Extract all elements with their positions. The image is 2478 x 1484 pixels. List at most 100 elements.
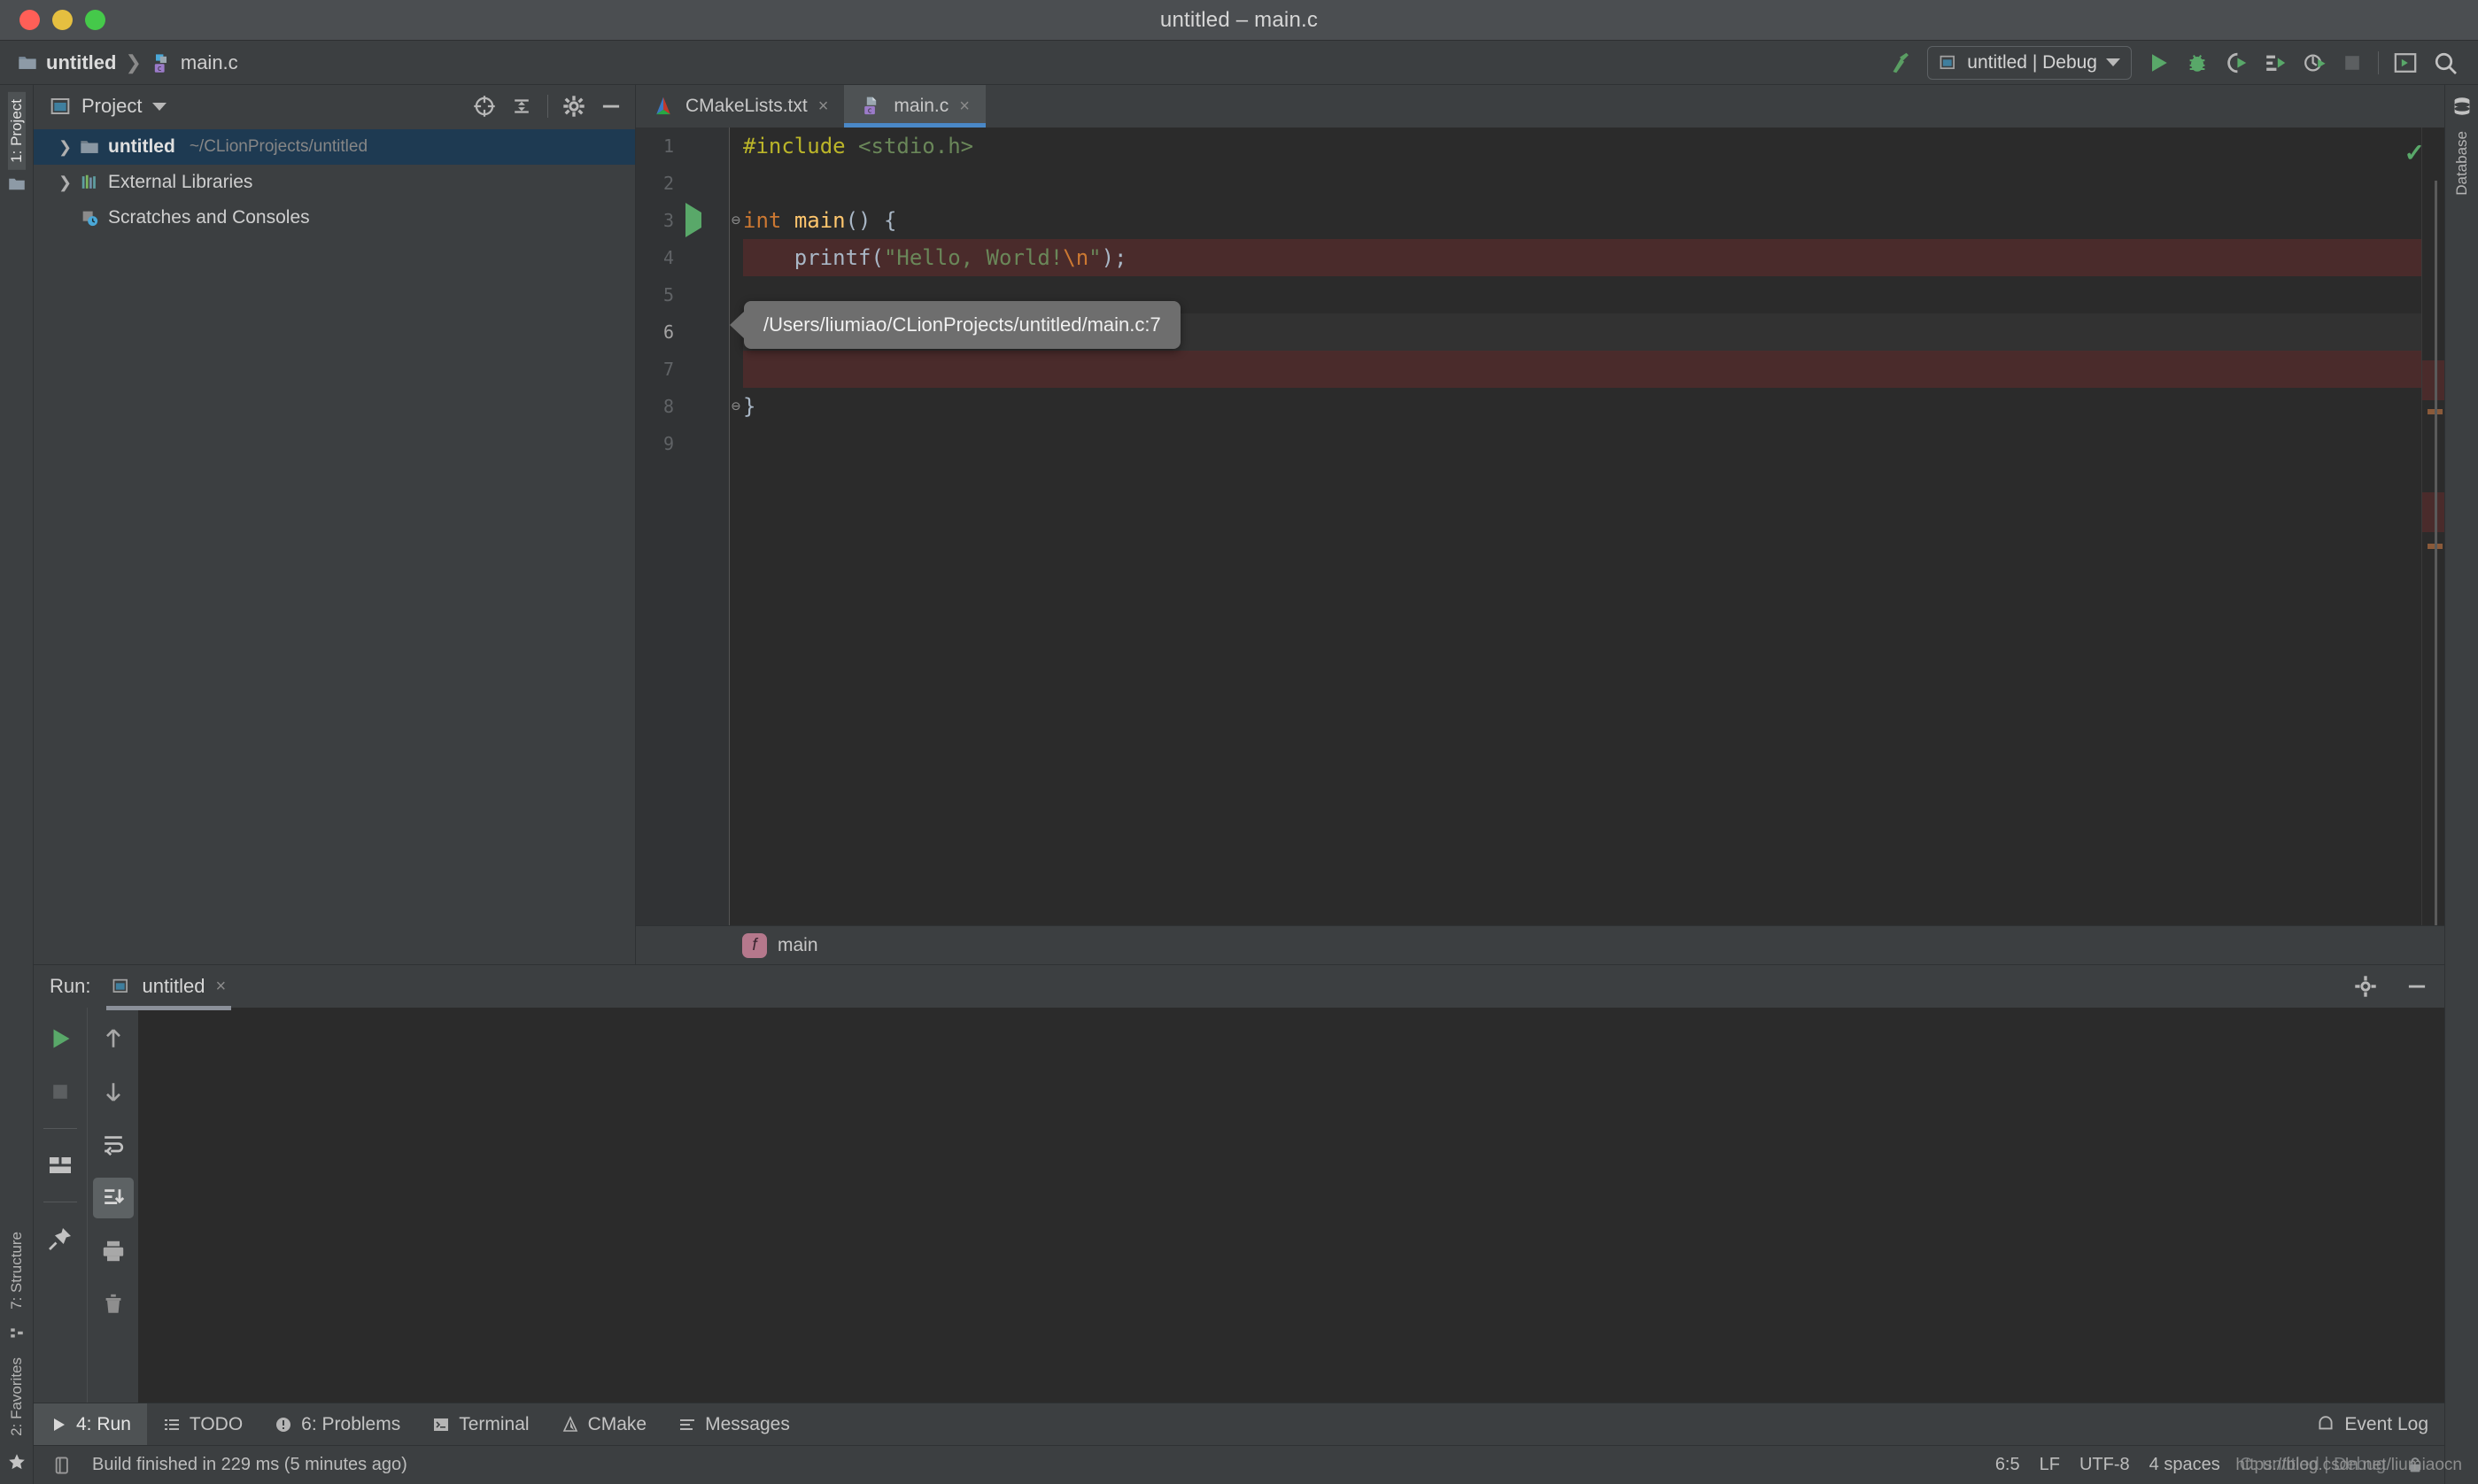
run-console-output[interactable] xyxy=(138,1008,2444,1403)
file-encoding[interactable]: UTF-8 xyxy=(2079,1455,2130,1475)
breadcrumb-project[interactable]: untitled xyxy=(46,51,116,74)
layout-button[interactable] xyxy=(40,1145,81,1186)
editor-and-project: Project ❯ untitled ~/CLionProjects/untit… xyxy=(34,85,2444,964)
editor-tab-bar: CMakeLists.txt × c main.c × xyxy=(636,85,2444,128)
close-icon[interactable]: × xyxy=(959,97,970,117)
status-bar: Build finished in 229 ms (5 minutes ago)… xyxy=(34,1445,2444,1484)
soft-wrap-button[interactable] xyxy=(93,1125,134,1165)
collapse-all-icon[interactable] xyxy=(510,95,533,118)
profile-icon[interactable] xyxy=(2263,50,2288,75)
rerun-button[interactable] xyxy=(40,1018,81,1059)
indent-setting[interactable]: 4 spaces xyxy=(2149,1455,2220,1475)
search-icon[interactable] xyxy=(2432,50,2459,76)
tree-item-untitled[interactable]: ❯ untitled ~/CLionProjects/untitled xyxy=(34,129,635,165)
main-area: 1: Project 7: Structure 2: Favorites Pro… xyxy=(0,85,2478,1484)
run-config-icon xyxy=(1939,53,1958,73)
editor-marker-bar[interactable]: ✓ xyxy=(2404,128,2444,925)
editor-vertical-scrollbar[interactable] xyxy=(2435,181,2437,925)
attach-icon[interactable] xyxy=(2302,50,2327,75)
chevron-right-icon[interactable]: ❯ xyxy=(58,138,72,157)
structure-label: 7: Structure xyxy=(7,1232,25,1310)
run-gutter-icon[interactable] xyxy=(685,203,701,237)
fold-marker-icon[interactable]: ⊖ xyxy=(729,398,743,415)
run-config-icon xyxy=(112,977,131,996)
target-icon[interactable] xyxy=(473,95,496,118)
breadcrumb-file[interactable]: main.c xyxy=(181,51,238,74)
error-marker[interactable] xyxy=(2422,360,2444,400)
code-token: #include xyxy=(743,134,859,158)
event-log-button[interactable]: Event Log xyxy=(2300,1403,2444,1445)
pin-button[interactable] xyxy=(40,1218,81,1259)
bottom-item-todo[interactable]: TODO xyxy=(147,1403,259,1445)
terminal-window-icon[interactable] xyxy=(2393,50,2418,75)
code-text-area[interactable]: #include <stdio.h> ⊖ int main() { printf… xyxy=(729,128,2421,925)
play-icon[interactable] xyxy=(2146,50,2171,75)
bottom-item-terminal[interactable]: Terminal xyxy=(416,1403,545,1445)
project-toolbar xyxy=(473,95,623,118)
chevron-down-icon[interactable] xyxy=(152,102,167,111)
stop-button[interactable] xyxy=(40,1071,81,1112)
close-icon[interactable]: × xyxy=(818,97,829,117)
problems-icon xyxy=(275,1416,292,1434)
breadcrumb-function[interactable]: main xyxy=(778,935,818,956)
run-configuration-selector[interactable]: untitled | Debug xyxy=(1927,45,2132,80)
tab-main-c[interactable]: c main.c × xyxy=(844,85,986,128)
center-column: Project ❯ untitled ~/CLionProjects/untit… xyxy=(34,85,2444,1484)
project-tool-window-header: Project xyxy=(34,85,635,128)
error-marker[interactable] xyxy=(2422,492,2444,532)
code-line: #include <stdio.h> xyxy=(743,128,2421,165)
function-badge-icon: f xyxy=(742,932,767,958)
scroll-to-end-button[interactable] xyxy=(92,1178,134,1218)
ok-check-icon: ✓ xyxy=(2404,139,2425,166)
editor-gutter[interactable]: 1 2 3 4 5 6 7 8 9 xyxy=(636,128,729,925)
coverage-icon[interactable] xyxy=(2224,50,2249,75)
gear-icon[interactable] xyxy=(562,95,585,118)
bottom-item-run[interactable]: 4: Run xyxy=(34,1403,147,1445)
editor-breadcrumb-bar: f main xyxy=(636,925,2444,964)
bottom-item-problems[interactable]: 6: Problems xyxy=(259,1403,416,1445)
line-number: 2 xyxy=(662,173,674,194)
chevron-right-icon[interactable]: ❯ xyxy=(58,174,72,192)
caret-position[interactable]: 6:5 xyxy=(1995,1455,2020,1475)
sidebar-item-favorites[interactable]: 2: Favorites xyxy=(8,1350,26,1443)
build-status-icon[interactable] xyxy=(53,1456,73,1475)
bug-icon[interactable] xyxy=(2185,50,2210,75)
minus-icon[interactable] xyxy=(600,95,623,118)
gear-icon[interactable] xyxy=(2354,975,2377,998)
project-label: 1: Project xyxy=(7,99,25,163)
tab-cmakelists[interactable]: CMakeLists.txt × xyxy=(636,85,844,128)
run-tab-untitled[interactable]: untitled × xyxy=(106,966,231,1010)
gutter-line: 1 xyxy=(636,128,729,165)
code-line: ⊖ } xyxy=(732,388,2421,425)
code-token: printf( xyxy=(743,245,884,270)
print-button[interactable] xyxy=(93,1231,134,1271)
sidebar-item-project[interactable]: 1: Project xyxy=(7,92,26,170)
arrow-up-button[interactable] xyxy=(93,1018,134,1059)
bottom-item-messages[interactable]: Messages xyxy=(662,1403,806,1445)
editor-area: CMakeLists.txt × c main.c × 1 2 3 4 5 6 … xyxy=(636,85,2444,964)
arrow-down-button[interactable] xyxy=(93,1071,134,1112)
sidebar-item-database[interactable]: Database xyxy=(2453,124,2471,203)
tree-item-scratches[interactable]: Scratches and Consoles xyxy=(34,200,635,236)
build-hammer-icon[interactable] xyxy=(1886,50,1913,76)
line-number: 4 xyxy=(662,247,674,268)
folder-icon xyxy=(18,53,37,73)
editor-body: 1 2 3 4 5 6 7 8 9 #include <stdio.h> ⊖ i… xyxy=(636,128,2444,925)
fold-marker-icon[interactable]: ⊖ xyxy=(729,212,743,229)
code-token: \n xyxy=(1063,245,1089,270)
close-icon[interactable]: × xyxy=(215,977,226,997)
bottom-item-label: CMake xyxy=(587,1413,647,1434)
minus-icon[interactable] xyxy=(2405,975,2428,998)
bottom-item-cmake[interactable]: CMake xyxy=(546,1403,663,1445)
tree-item-external-libraries[interactable]: ❯ External Libraries xyxy=(34,165,635,200)
cmake-icon xyxy=(561,1415,579,1434)
code-token: "Hello, World! xyxy=(883,245,1064,270)
clear-all-button[interactable] xyxy=(93,1284,134,1325)
stop-icon[interactable] xyxy=(2341,51,2364,74)
sidebar-item-structure[interactable]: 7: Structure xyxy=(8,1225,26,1317)
code-token: <stdio.h> xyxy=(858,134,974,158)
favorites-label: 2: Favorites xyxy=(7,1357,25,1436)
play-icon xyxy=(50,1416,67,1434)
project-window-icon xyxy=(50,96,71,117)
line-separator[interactable]: LF xyxy=(2040,1455,2060,1475)
